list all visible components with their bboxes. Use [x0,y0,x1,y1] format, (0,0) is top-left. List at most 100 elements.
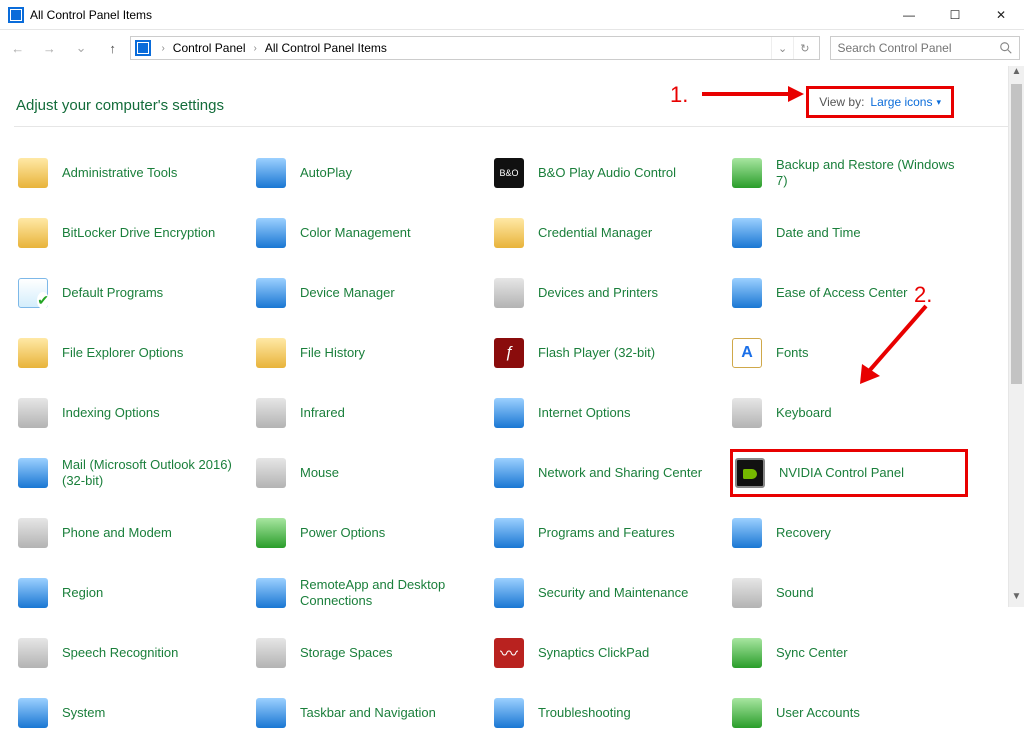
item-bitlocker-label: BitLocker Drive Encryption [62,225,215,241]
search-icon[interactable] [999,41,1013,55]
item-nvidia-control-panel[interactable]: NVIDIA Control Panel [730,449,968,497]
item-recovery-icon [730,516,764,550]
forward-button[interactable]: → [36,34,64,62]
item-speech-recognition[interactable]: Speech Recognition [16,629,254,677]
item-default-programs-label: Default Programs [62,285,163,301]
item-power-options[interactable]: Power Options [254,509,492,557]
scroll-thumb[interactable] [1011,84,1022,384]
item-file-history[interactable]: File History [254,329,492,377]
titlebar: All Control Panel Items — ☐ ✕ [0,0,1024,30]
item-region-label: Region [62,585,103,601]
minimize-button[interactable]: — [886,0,932,30]
item-mail-outlook[interactable]: Mail (Microsoft Outlook 2016) (32-bit) [16,449,254,497]
item-security-maintenance[interactable]: Security and Maintenance [492,569,730,617]
item-mouse[interactable]: Mouse [254,449,492,497]
view-by-control[interactable]: View by: Large icons ▾ [806,86,954,118]
breadcrumb-dropdown[interactable]: ⌄ [771,37,793,59]
view-by-text: Large icons [870,95,932,109]
chevron-down-icon: ▾ [936,97,941,108]
item-file-explorer-options[interactable]: File Explorer Options [16,329,254,377]
item-mouse-label: Mouse [300,465,339,481]
item-flash-player[interactable]: Flash Player (32-bit) [492,329,730,377]
item-programs-features[interactable]: Programs and Features [492,509,730,557]
item-mouse-icon [254,456,288,490]
item-file-history-icon [254,336,288,370]
item-backup-restore-label: Backup and Restore (Windows 7) [776,157,960,190]
item-synaptics-label: Synaptics ClickPad [538,645,649,661]
item-region[interactable]: Region [16,569,254,617]
item-sound[interactable]: Sound [730,569,968,617]
item-troubleshooting[interactable]: Troubleshooting [492,689,730,737]
item-programs-features-label: Programs and Features [538,525,675,541]
scroll-down-button[interactable]: ▼ [1009,591,1024,607]
item-indexing-options[interactable]: Indexing Options [16,389,254,437]
item-infrared-icon [254,396,288,430]
item-credential-manager-label: Credential Manager [538,225,652,241]
item-autoplay[interactable]: AutoPlay [254,149,492,197]
item-bo-play-audio-label: B&O Play Audio Control [538,165,676,181]
item-storage-spaces-icon [254,636,288,670]
item-default-programs[interactable]: Default Programs [16,269,254,317]
chevron-right-icon[interactable]: › [155,43,170,54]
item-infrared-label: Infrared [300,405,345,421]
item-color-management-label: Color Management [300,225,411,241]
item-power-options-icon [254,516,288,550]
item-user-accounts-icon [730,696,764,730]
control-panel-icon [135,40,151,56]
item-recovery[interactable]: Recovery [730,509,968,557]
item-user-accounts[interactable]: User Accounts [730,689,968,737]
back-button[interactable]: ← [4,34,32,62]
item-color-management[interactable]: Color Management [254,209,492,257]
view-by-label: View by: [819,95,864,109]
item-internet-options-icon [492,396,526,430]
search-box[interactable] [830,36,1020,60]
item-date-time[interactable]: Date and Time [730,209,968,257]
view-by-value[interactable]: Large icons ▾ [870,95,941,109]
maximize-button[interactable]: ☐ [932,0,978,30]
chevron-right-icon[interactable]: › [248,43,263,54]
item-backup-restore-icon [730,156,764,190]
item-file-explorer-options-icon [16,336,50,370]
item-device-manager[interactable]: Device Manager [254,269,492,317]
close-button[interactable]: ✕ [978,0,1024,30]
item-bitlocker-icon [16,216,50,250]
item-network-sharing[interactable]: Network and Sharing Center [492,449,730,497]
breadcrumb-leaf[interactable]: All Control Panel Items [263,41,389,55]
item-programs-features-icon [492,516,526,550]
item-ease-of-access[interactable]: Ease of Access Center [730,269,968,317]
item-devices-printers[interactable]: Devices and Printers [492,269,730,317]
item-remoteapp-label: RemoteApp and Desktop Connections [300,577,484,610]
item-power-options-label: Power Options [300,525,385,541]
breadcrumb-root[interactable]: Control Panel [171,41,248,55]
item-date-time-label: Date and Time [776,225,861,241]
scrollbar[interactable]: ▲ ▼ [1008,66,1024,607]
breadcrumb[interactable]: › Control Panel › All Control Panel Item… [130,36,820,60]
item-bo-play-audio[interactable]: B&O Play Audio Control [492,149,730,197]
item-synaptics[interactable]: Synaptics ClickPad [492,629,730,677]
item-system-icon [16,696,50,730]
item-internet-options[interactable]: Internet Options [492,389,730,437]
item-taskbar-navigation[interactable]: Taskbar and Navigation [254,689,492,737]
page-header: Adjust your computer's settings View by:… [0,66,1024,126]
item-phone-modem[interactable]: Phone and Modem [16,509,254,557]
item-infrared[interactable]: Infrared [254,389,492,437]
scroll-up-button[interactable]: ▲ [1009,66,1024,82]
item-keyboard[interactable]: Keyboard [730,389,968,437]
item-fonts[interactable]: Fonts [730,329,968,377]
item-remoteapp[interactable]: RemoteApp and Desktop Connections [254,569,492,617]
refresh-button[interactable]: ↻ [793,37,815,59]
item-sync-center-label: Sync Center [776,645,848,661]
item-security-maintenance-icon [492,576,526,610]
item-bitlocker[interactable]: BitLocker Drive Encryption [16,209,254,257]
item-color-management-icon [254,216,288,250]
item-credential-manager[interactable]: Credential Manager [492,209,730,257]
item-administrative-tools[interactable]: Administrative Tools [16,149,254,197]
item-storage-spaces[interactable]: Storage Spaces [254,629,492,677]
recent-locations-button[interactable]: ⌄ [67,34,95,62]
search-input[interactable] [837,41,999,55]
item-sync-center[interactable]: Sync Center [730,629,968,677]
up-button[interactable]: ↑ [99,34,127,62]
item-speech-recognition-icon [16,636,50,670]
item-system[interactable]: System [16,689,254,737]
item-backup-restore[interactable]: Backup and Restore (Windows 7) [730,149,968,197]
